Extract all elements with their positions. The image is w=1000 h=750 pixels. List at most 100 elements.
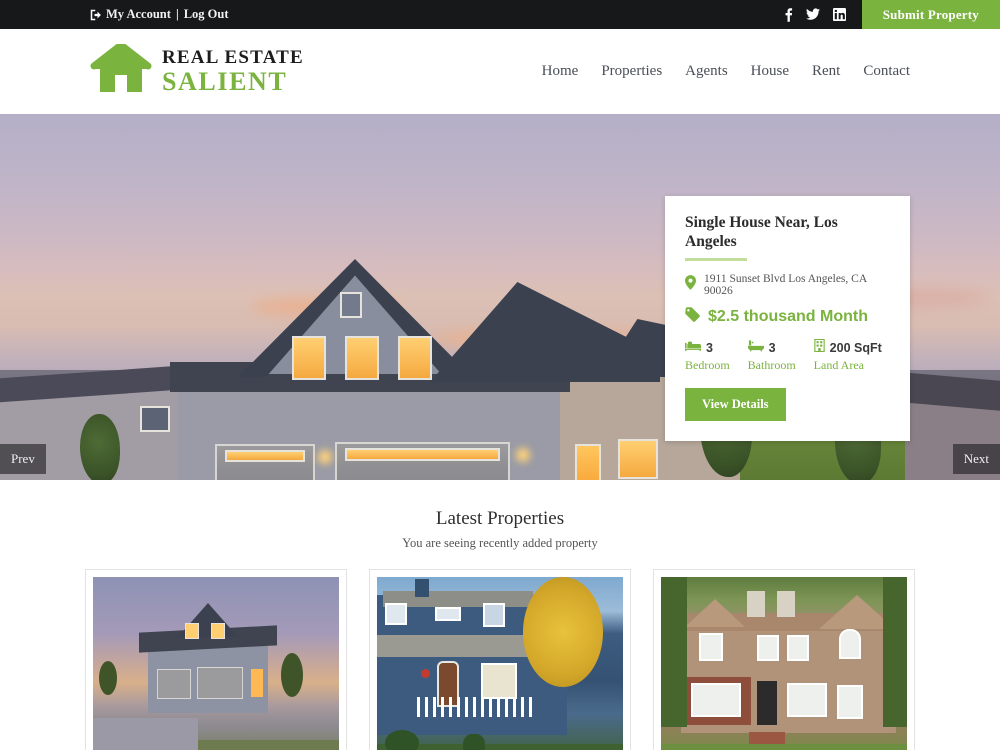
- latest-properties-title: Latest Properties: [435, 508, 565, 529]
- site-logo[interactable]: REAL ESTATE SALIENT: [90, 41, 304, 99]
- garage-window-strip-left: [225, 450, 305, 462]
- feature-bathroom: 3 Bathroom: [747, 339, 796, 373]
- garage-lamp-glow-2: [516, 448, 530, 462]
- logout-link[interactable]: Log Out: [184, 7, 229, 22]
- property-card-2-image: [377, 577, 623, 750]
- front-door: [575, 444, 601, 480]
- bathtub-icon: [747, 339, 764, 357]
- feature-bedroom: 3 Bedroom: [685, 339, 730, 373]
- property-price-row: $2.5 thousand Month: [685, 307, 890, 327]
- nav-item-home[interactable]: Home: [542, 63, 579, 80]
- card1-window-lit-2: [211, 623, 225, 639]
- feature-bedroom-top: 3: [685, 339, 730, 357]
- card3-dormer-left: [747, 591, 765, 617]
- view-details-button[interactable]: View Details: [685, 388, 786, 422]
- property-card-2[interactable]: [369, 569, 631, 750]
- logo-bottom-text: SALIENT: [162, 67, 288, 96]
- card1-door-lit: [251, 669, 263, 697]
- my-account-link[interactable]: My Account: [106, 7, 171, 22]
- logo-text: REAL ESTATE SALIENT: [162, 48, 304, 95]
- social-links: [784, 7, 862, 22]
- card3-window: [699, 633, 723, 661]
- card2-chimney: [415, 579, 429, 597]
- property-title: Single House Near, Los Angeles: [685, 214, 838, 250]
- dormer-window-right: [398, 336, 432, 380]
- bed-icon: [685, 339, 701, 357]
- card3-lawn: [661, 744, 907, 750]
- twitter-icon[interactable]: [805, 8, 820, 21]
- card1-driveway: [93, 718, 198, 750]
- linkedin-icon[interactable]: [832, 8, 846, 21]
- card3-dormer-right: [777, 591, 795, 617]
- nav-item-rent[interactable]: Rent: [812, 63, 840, 80]
- card3-window-5: [837, 685, 863, 719]
- card2-porch-railing: [417, 697, 537, 717]
- hero-slider: Prev Next Single House Near, Los Angeles…: [0, 114, 1000, 480]
- card3-tree-right: [883, 577, 907, 727]
- garage-window-strip-right: [345, 448, 500, 461]
- topbar-separator: |: [175, 7, 179, 21]
- nav-item-contact[interactable]: Contact: [863, 63, 910, 80]
- card1-window-lit: [185, 623, 199, 639]
- card3-window-3: [787, 635, 809, 661]
- featured-property-card: Single House Near, Los Angeles 1911 Suns…: [665, 196, 910, 442]
- card2-wreath: [421, 669, 430, 678]
- latest-properties-section: Latest Properties You are seeing recentl…: [0, 480, 1000, 750]
- nav-item-agents[interactable]: Agents: [685, 63, 728, 80]
- main-navigation: Home Properties Agents House Rent Contac…: [542, 63, 910, 80]
- garage-lamp-glow: [318, 450, 332, 464]
- latest-properties-subtitle: You are seeing recently added property: [402, 536, 598, 550]
- account-links: My Account | Log Out: [90, 7, 229, 22]
- nav-item-house[interactable]: House: [751, 63, 789, 80]
- property-card-list: [0, 569, 1000, 750]
- topbar-right-group: Submit Property: [784, 0, 1000, 29]
- property-address-row: 1911 Sunset Blvd Los Angeles, CA 90026: [685, 273, 890, 297]
- card1-tree: [99, 661, 117, 695]
- property-price: $2.5 thousand Month: [708, 308, 868, 326]
- building-icon: [813, 339, 825, 357]
- submit-property-button[interactable]: Submit Property: [861, 0, 1000, 29]
- slider-next-button[interactable]: Next: [952, 444, 1000, 474]
- property-features: 3 Bedroom 3 Bathroom 200 SqFt Land Area: [685, 339, 890, 373]
- card1-garage-right: [197, 667, 243, 699]
- property-address: 1911 Sunset Blvd Los Angeles, CA 90026: [704, 273, 867, 298]
- map-pin-icon: [685, 275, 696, 295]
- card1-garage-left: [157, 669, 191, 699]
- property-card-3-image: [661, 577, 907, 750]
- logo-top-text: REAL ESTATE: [162, 47, 304, 68]
- card3-arched-window: [839, 629, 861, 659]
- card3-window-2: [757, 635, 779, 661]
- card2-window-2: [435, 607, 461, 621]
- feature-land-area: 200 SqFt Land Area: [814, 339, 882, 373]
- house-logo-icon: [90, 41, 152, 99]
- card2-shrub: [385, 730, 419, 750]
- site-header: REAL ESTATE SALIENT Home Properties Agen…: [0, 29, 1000, 114]
- feature-bedroom-label: Bedroom: [685, 358, 730, 373]
- property-card-3[interactable]: [653, 569, 915, 750]
- attic-vent-window: [340, 292, 362, 318]
- property-card-1-image: [93, 577, 339, 750]
- card2-shrub-2: [463, 734, 485, 750]
- card3-bay-window: [691, 683, 741, 717]
- neighbor-window: [140, 406, 170, 432]
- feature-land-area-label: Land Area: [813, 358, 864, 373]
- card3-front-door: [757, 681, 777, 725]
- feature-bedroom-value: 3: [706, 341, 713, 356]
- card2-autumn-tree: [523, 577, 603, 687]
- card1-tree-2: [281, 653, 303, 697]
- dormer-window-left: [292, 336, 326, 380]
- login-arrow-icon: [90, 9, 102, 21]
- dormer-window-mid: [345, 336, 379, 380]
- property-card-1[interactable]: [85, 569, 347, 750]
- card2-window-3: [483, 603, 505, 627]
- feature-bathroom-value: 3: [768, 341, 776, 356]
- slider-prev-button[interactable]: Prev: [0, 444, 46, 474]
- facebook-icon[interactable]: [784, 7, 793, 22]
- feature-land-area-top: 200 SqFt: [813, 339, 882, 357]
- price-tag-icon: [685, 307, 700, 327]
- tree: [80, 414, 120, 480]
- card3-window-4: [787, 683, 827, 717]
- title-underline: [685, 258, 747, 262]
- nav-item-properties[interactable]: Properties: [601, 63, 662, 80]
- feature-bathroom-top: 3: [747, 339, 796, 357]
